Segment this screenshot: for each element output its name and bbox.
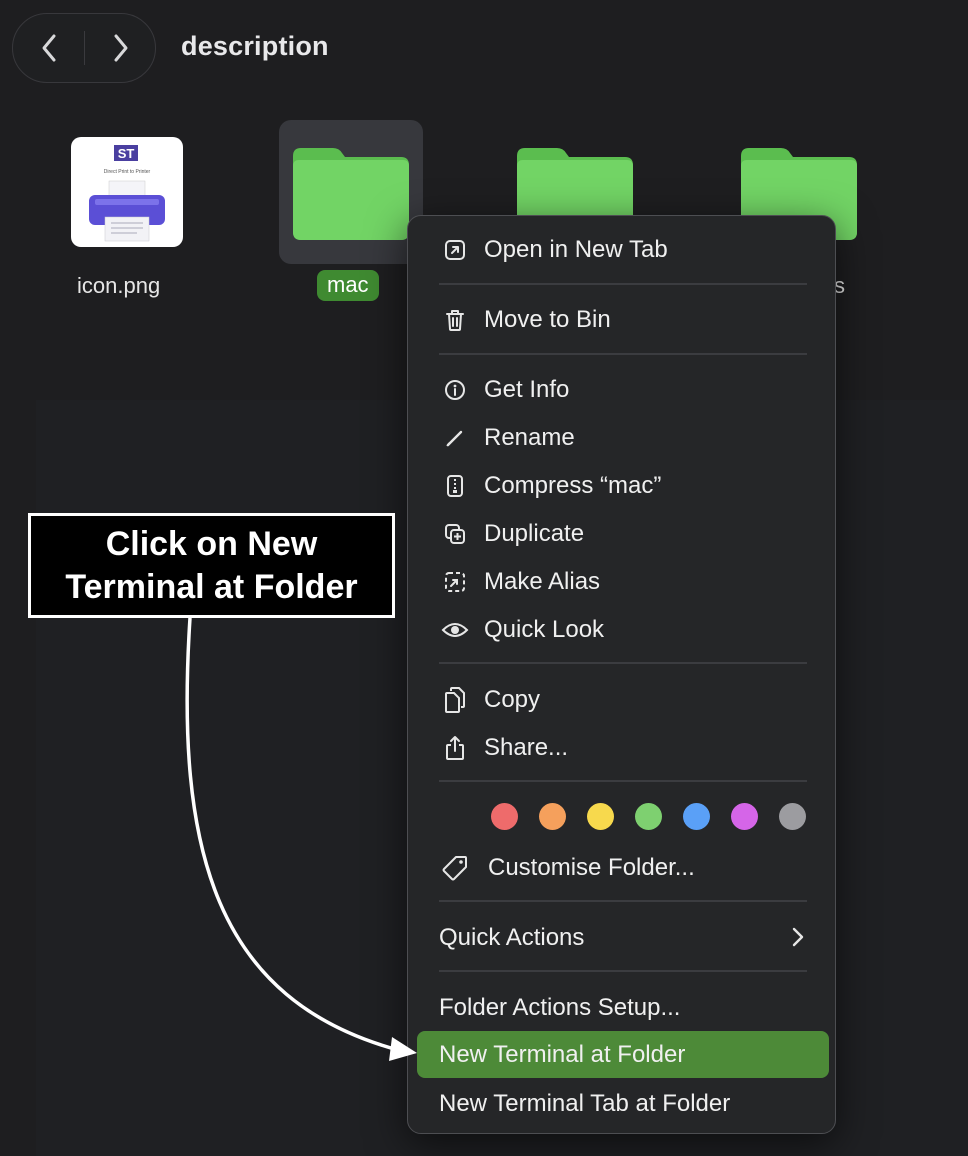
menu-item-new-terminal-at-folder[interactable]: New Terminal at Folder <box>417 1031 829 1078</box>
menu-item-label: Move to Bin <box>484 306 611 333</box>
chevron-right-icon <box>792 927 804 947</box>
info-icon <box>440 375 470 405</box>
duplicate-icon <box>440 519 470 549</box>
menu-item-label: Open in New Tab <box>484 236 668 263</box>
menu-item-label: Quick Actions <box>439 924 585 951</box>
menu-item-quick-actions[interactable]: Quick Actions <box>416 916 827 960</box>
forward-button[interactable] <box>85 14 157 82</box>
alias-icon <box>440 567 470 597</box>
tag-color-green[interactable] <box>635 803 662 830</box>
tag-color-purple[interactable] <box>731 803 758 830</box>
open-in-tab-icon <box>440 235 470 265</box>
tag-color-orange[interactable] <box>539 803 566 830</box>
menu-item-duplicate[interactable]: Duplicate <box>416 512 827 556</box>
menu-item-share[interactable]: Share... <box>416 726 827 770</box>
eye-icon <box>440 615 470 645</box>
menu-separator <box>439 780 807 782</box>
printer-app-icon: ST Direct Print to Printer <box>89 145 165 242</box>
chevron-right-icon <box>114 34 128 62</box>
pencil-icon <box>440 423 470 453</box>
menu-separator <box>439 900 807 902</box>
menu-item-label: Duplicate <box>484 520 585 547</box>
callout-line-1: Click on New <box>105 524 318 563</box>
menu-item-get-info[interactable]: Get Info <box>416 368 827 412</box>
svg-text:ST: ST <box>118 146 135 161</box>
menu-item-label: New Terminal Tab at Folder <box>439 1090 731 1117</box>
file-item-mac[interactable] <box>279 120 423 264</box>
menu-item-label: New Terminal at Folder <box>439 1040 686 1068</box>
file-name-label-selected: mac <box>317 270 379 301</box>
callout-line-2: Terminal at Folder <box>65 567 358 606</box>
share-icon <box>440 733 470 763</box>
tag-color-blue[interactable] <box>683 803 710 830</box>
menu-item-make-alias[interactable]: Make Alias <box>416 560 827 604</box>
menu-separator <box>439 970 807 972</box>
tag-color-yellow[interactable] <box>587 803 614 830</box>
menu-item-label: Copy <box>484 686 541 713</box>
menu-item-customise-folder[interactable]: Customise Folder... <box>416 846 827 890</box>
menu-item-compress[interactable]: Compress “mac” <box>416 464 827 508</box>
menu-item-rename[interactable]: Rename <box>416 416 827 460</box>
tag-color-grey[interactable] <box>779 803 806 830</box>
tag-icon <box>440 853 470 883</box>
file-name-label: icon.png <box>77 273 161 298</box>
context-menu: Open in New Tab Move to Bin Get Info Ren… <box>407 215 836 1134</box>
menu-separator <box>439 283 807 285</box>
menu-item-label: Folder Actions Setup... <box>439 994 681 1021</box>
instruction-callout: Click on New Terminal at Folder <box>28 513 395 618</box>
copy-icon <box>440 685 470 715</box>
chevron-left-icon <box>42 34 56 62</box>
menu-item-label: Compress “mac” <box>484 472 662 499</box>
menu-item-label: Rename <box>484 424 575 451</box>
file-item-icon-png[interactable]: ST Direct Print to Printer <box>71 137 183 247</box>
menu-item-folder-actions-setup[interactable]: Folder Actions Setup... <box>416 986 827 1030</box>
navigation-controls <box>12 13 156 83</box>
menu-item-copy[interactable]: Copy <box>416 678 827 722</box>
svg-text:Direct Print to Printer: Direct Print to Printer <box>104 169 151 175</box>
menu-item-open-in-new-tab[interactable]: Open in New Tab <box>416 228 827 272</box>
menu-item-label: Share... <box>484 734 569 761</box>
menu-separator <box>439 662 807 664</box>
folder-icon <box>293 148 409 240</box>
menu-separator <box>439 353 807 355</box>
tag-color-red[interactable] <box>491 803 518 830</box>
menu-item-new-terminal-tab-at-folder[interactable]: New Terminal Tab at Folder <box>416 1082 827 1126</box>
menu-item-label: Get Info <box>484 376 570 403</box>
back-button[interactable] <box>13 14 85 82</box>
menu-item-move-to-bin[interactable]: Move to Bin <box>416 298 827 342</box>
trash-icon <box>440 305 470 335</box>
window-title: description <box>181 31 329 61</box>
archive-icon <box>440 471 470 501</box>
menu-item-label: Quick Look <box>484 616 605 643</box>
menu-item-label: Customise Folder... <box>488 854 695 881</box>
menu-item-quick-look[interactable]: Quick Look <box>416 608 827 652</box>
menu-item-label: Make Alias <box>484 568 601 595</box>
